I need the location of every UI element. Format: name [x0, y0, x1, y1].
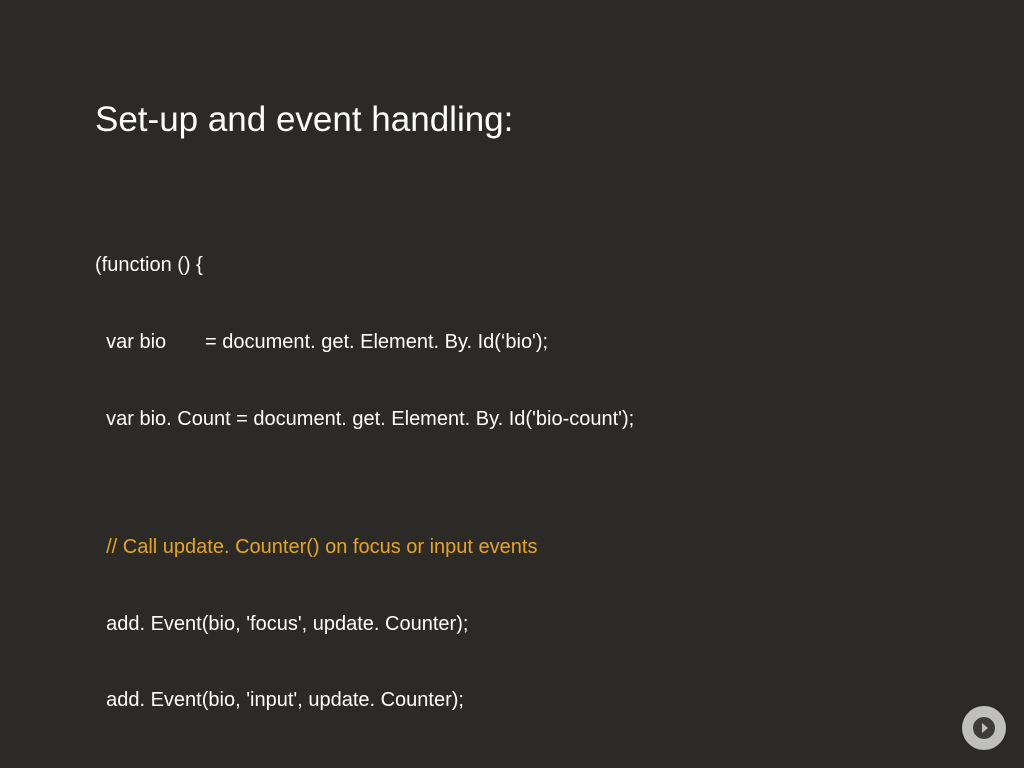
- code-block: (function () { var bio = document. get. …: [95, 202, 929, 768]
- code-line: (function () {: [95, 253, 929, 279]
- arrow-right-icon: [972, 716, 996, 740]
- slide: Set-up and event handling: (function () …: [0, 0, 1024, 768]
- next-button[interactable]: [962, 706, 1006, 750]
- code-comment: // Call update. Counter() on focus or in…: [95, 535, 929, 561]
- code-line: add. Event(bio, 'input', update. Counter…: [95, 688, 929, 714]
- slide-title: Set-up and event handling:: [95, 100, 929, 140]
- code-line: add. Event(bio, 'focus', update. Counter…: [95, 612, 929, 638]
- code-line: var bio. Count = document. get. Element.…: [95, 407, 929, 433]
- code-line: var bio = document. get. Element. By. Id…: [95, 330, 929, 356]
